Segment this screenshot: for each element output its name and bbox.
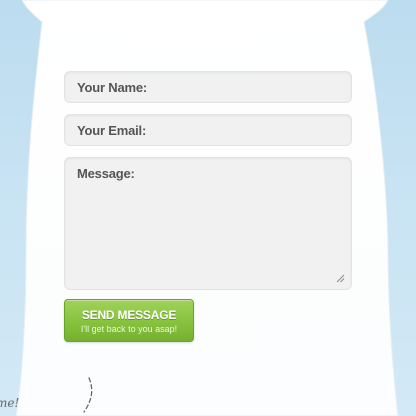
send-button-label: SEND MESSAGE — [81, 308, 177, 322]
contact-form: Your Name: Your Email: Message: SEND MES… — [0, 0, 416, 416]
message-field-label: Message: — [77, 166, 135, 181]
handwritten-note: me! — [0, 396, 20, 410]
send-message-button[interactable]: SEND MESSAGE I'll get back to you asap! — [64, 299, 194, 342]
name-field[interactable]: Your Name: — [64, 71, 352, 103]
resize-handle-icon[interactable] — [335, 273, 345, 283]
email-field-label: Your Email: — [77, 123, 147, 138]
email-field[interactable]: Your Email: — [64, 114, 352, 146]
send-button-sublabel: I'll get back to you asap! — [80, 324, 178, 334]
dashed-arrow-icon — [83, 377, 93, 413]
name-field-label: Your Name: — [77, 80, 147, 95]
message-textarea[interactable]: Message: — [64, 157, 352, 290]
